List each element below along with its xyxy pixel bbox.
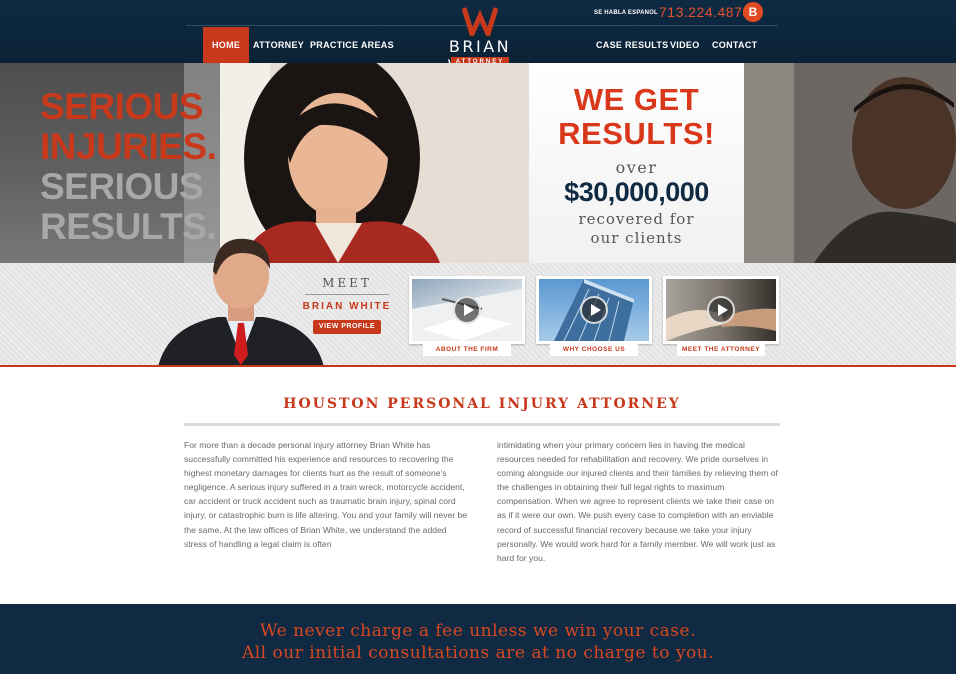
meet-attorney-strip: MEET BRIAN WHITE VIEW PROFILE ABOUT THE … [0,238,956,367]
recovered-amount: $30,000,000 [564,177,709,207]
banner-line-2: All our initial consultations are at no … [241,643,715,663]
thumb-label-about-firm[interactable]: ABOUT THE FIRM [423,343,511,356]
page-heading: HOUSTON PERSONAL INJURY ATTORNEY [283,396,681,412]
attorney-portrait-icon [158,238,324,367]
thumb-label-meet-attorney[interactable]: MEET THE ATTORNEY [677,343,765,356]
w-logo-icon [462,7,498,36]
video-thumb-about-firm[interactable] [409,276,525,344]
man-portrait-icon [744,63,956,263]
nav-home[interactable]: HOME [203,27,250,63]
attorney-name: BRIAN WHITE [302,301,392,312]
spanish-notice[interactable]: SE HABLA ESPANOL [594,10,658,16]
video-thumb-why-choose[interactable] [536,276,652,344]
brand-logo[interactable]: BRIAN WHITE ATTORNEY [418,4,542,75]
video-thumb-meet-attorney[interactable] [663,276,779,344]
fee-promise-banner: We never charge a fee unless we win your… [0,604,956,674]
b-social-icon[interactable]: B [743,2,763,22]
meet-label: MEET [322,276,372,290]
content-column-right: intimidating when your primary concern l… [497,440,778,563]
view-profile-button[interactable]: VIEW PROFILE [313,320,381,334]
nav-contact[interactable]: CONTACT [703,27,766,63]
hero-banner: SERIOUS INJURIES. SERIOUS RESULTS. WE GE… [0,63,956,263]
man-client-photo [744,63,956,263]
hero-tagline: SERIOUS INJURIES. SERIOUS RESULTS. [40,86,217,247]
site-header: HOME ATTORNEY PRACTICE AREAS BRIAN WHITE… [0,0,956,75]
play-icon[interactable] [453,296,481,324]
phone-number[interactable]: 713.224.4878 [659,4,751,20]
content-column-left: For more than a decade personal injury a… [184,440,468,549]
nav-practice-areas[interactable]: PRACTICE AREAS [301,27,403,63]
thumb-label-why-choose[interactable]: WHY CHOOSE US [550,343,638,356]
play-icon[interactable] [707,296,735,324]
banner-line-1: We never charge a fee unless we win your… [260,621,696,641]
play-icon[interactable] [580,296,608,324]
attorney-photo[interactable] [158,231,324,367]
results-callout: WE GET RESULTS! over $30,000,000 recover… [529,63,744,263]
nav-video[interactable]: VIDEO [661,27,709,63]
